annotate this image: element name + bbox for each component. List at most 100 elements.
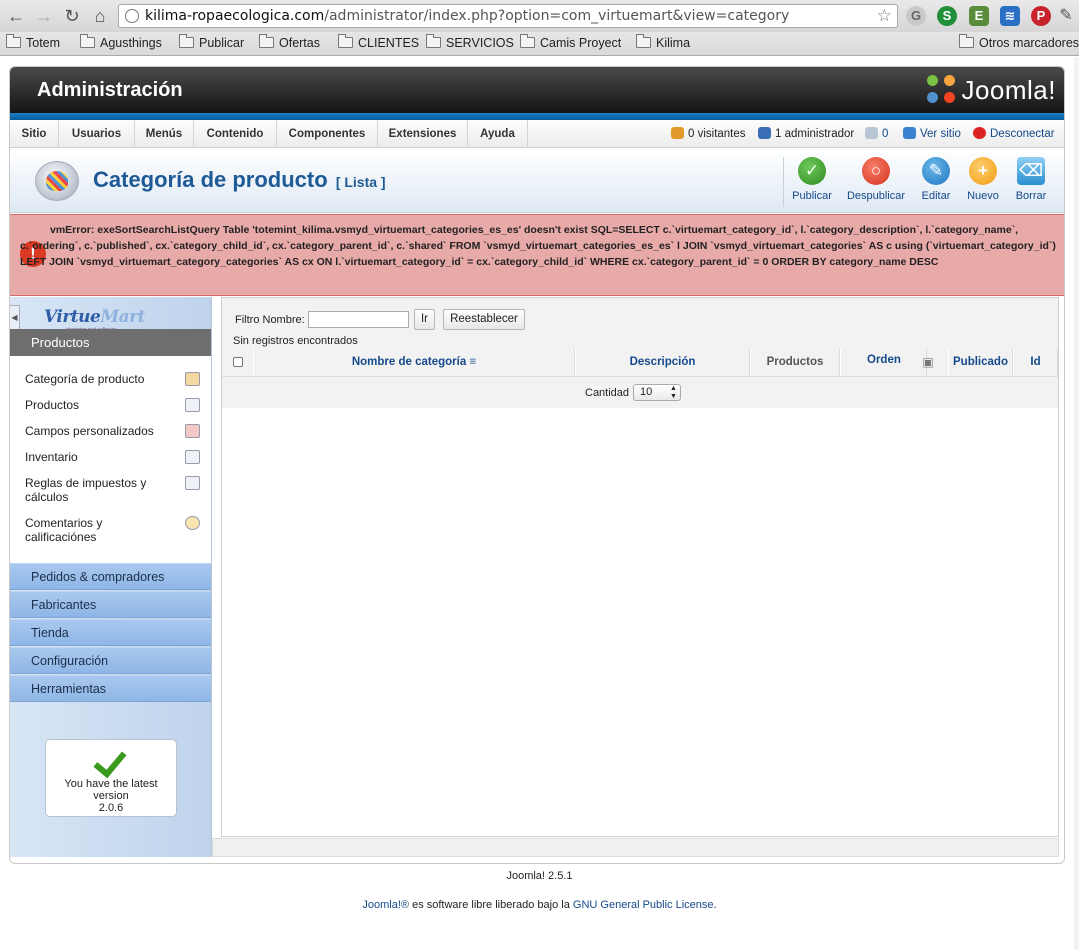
sidebar-item-inventory[interactable]: Inventario — [25, 450, 200, 464]
bookmark-totem[interactable]: Totem — [6, 34, 60, 51]
bookmark-publicar[interactable]: Publicar — [179, 34, 244, 51]
url-host: kilima-ropaecologica.com — [145, 8, 325, 24]
publish-label: Publicar — [792, 190, 832, 202]
column-id[interactable]: Id — [1013, 348, 1058, 376]
sidebar-section-store[interactable]: Tienda — [10, 619, 211, 646]
bookmark-agusthings[interactable]: Agusthings — [80, 34, 162, 51]
logout-link[interactable]: Desconectar — [973, 120, 1055, 148]
evernote-extension-icon[interactable]: E — [969, 6, 989, 26]
column-description[interactable]: Descripción — [575, 348, 750, 376]
bookmark-clientes[interactable]: CLIENTES — [338, 34, 419, 51]
bookmark-star-icon[interactable]: ☆ — [877, 5, 892, 27]
bookmark-camis-proyect[interactable]: Camis Proyect — [520, 34, 622, 51]
bookmark-ofertas[interactable]: Ofertas — [259, 34, 320, 51]
bookmark-label: Kilima — [656, 36, 691, 50]
sidebar-item-reviews[interactable]: Comentarios y calificaciónes — [25, 516, 200, 544]
admin-header: Administración Joomla! — [10, 67, 1064, 113]
joomla-link[interactable]: Joomla!® — [362, 899, 409, 911]
back-icon[interactable]: ← — [5, 5, 27, 27]
checkmark-icon — [95, 746, 127, 774]
sidebar-section-configuration[interactable]: Configuración — [10, 647, 211, 674]
sidebar-section-tools[interactable]: Herramientas — [10, 675, 211, 702]
messages-status[interactable]: 0 — [865, 120, 888, 148]
camera-icon — [185, 398, 200, 412]
power-icon — [973, 127, 986, 139]
s-extension-icon[interactable]: S — [937, 6, 957, 26]
publish-button[interactable]: ✓ Publicar — [790, 157, 834, 207]
gpl-link[interactable]: GNU General Public License — [573, 899, 714, 911]
sidebar-section-productos[interactable]: Productos — [10, 329, 211, 356]
column-order[interactable]: Orden — [840, 348, 927, 376]
monitor-icon — [903, 127, 916, 139]
view-site-label: Ver sitio — [920, 128, 961, 140]
filter-area: Filtro Nombre: Ir Reestablecer Sin regis… — [222, 298, 1058, 348]
filter-label: Filtro Nombre: — [235, 314, 305, 326]
content-bottom-strip — [212, 838, 1059, 857]
license-text: es software libre liberado bajo la — [409, 899, 573, 911]
menu-menus[interactable]: Menús — [135, 120, 194, 148]
version-message: You have the latest version — [64, 778, 158, 802]
sidebar-item-label: Campos personalizados — [25, 424, 154, 438]
save-order-icon[interactable]: ▣ — [918, 348, 938, 376]
sidebar-section-manufacturers[interactable]: Fabricantes — [10, 591, 211, 618]
users-icon — [671, 127, 684, 139]
filter-go-button[interactable]: Ir — [414, 309, 435, 330]
home-icon[interactable]: ⌂ — [89, 5, 111, 27]
google-extension-icon[interactable]: G — [906, 6, 926, 26]
sidebar-item-tax-rules[interactable]: Reglas de impuestos y cálculos — [25, 476, 200, 504]
admins-count: 1 administrador — [775, 128, 855, 140]
bookmark-label: Agusthings — [100, 36, 162, 50]
menu-sitio[interactable]: Sitio — [10, 120, 59, 148]
menu-contenido[interactable]: Contenido — [194, 120, 277, 148]
sidebar-item-products[interactable]: Productos — [25, 398, 200, 412]
menu-usuarios[interactable]: Usuarios — [59, 120, 135, 148]
collapse-sidebar-icon[interactable]: ◀ — [10, 305, 20, 331]
page-subtitle: [ Lista ] — [335, 174, 386, 190]
sidebar-item-custom-fields[interactable]: Campos personalizados — [25, 424, 200, 438]
forward-icon[interactable]: → — [33, 5, 55, 27]
new-button[interactable]: + Nuevo — [964, 157, 1002, 207]
sidebar-item-label: Productos — [25, 398, 80, 412]
column-published[interactable]: Publicado — [948, 348, 1013, 376]
edit-button[interactable]: ✎ Editar — [916, 157, 956, 207]
trash-icon: ⌫ — [1017, 157, 1045, 185]
address-bar[interactable]: kilima-ropaecologica.com/administrator/i… — [118, 4, 898, 28]
bookmarks-bar: Totem Agusthings Publicar Ofertas CLIENT… — [0, 32, 1079, 56]
view-site-link[interactable]: Ver sitio — [903, 120, 961, 148]
sidebar-section-orders[interactable]: Pedidos & compradores — [10, 563, 211, 590]
reload-icon[interactable]: ↻ — [61, 5, 83, 27]
pinterest-extension-icon[interactable]: P — [1031, 6, 1051, 26]
footer-version: Joomla! 2.5.1 — [506, 870, 573, 882]
virtuemart-logo-main: Virtue — [44, 307, 101, 327]
visitors-count: 0 visitantes — [688, 128, 746, 140]
bookmark-label: Camis Proyect — [540, 36, 622, 50]
delete-button[interactable]: ⌫ Borrar — [1012, 157, 1050, 207]
bookmark-kilima[interactable]: Kilima — [636, 34, 691, 51]
filter-name-input[interactable] — [308, 311, 409, 328]
page-size-value: 10 — [640, 386, 653, 398]
wrench-menu-icon[interactable]: ✎ — [1055, 5, 1077, 27]
custom-fields-icon — [185, 424, 200, 438]
page-size-select[interactable]: 10 ▲ ▼ — [633, 384, 681, 401]
menu-extensiones[interactable]: Extensiones — [378, 120, 468, 148]
unpublish-button[interactable]: ○ Despublicar — [844, 157, 908, 207]
sidebar-item-product-category[interactable]: Categoría de producto — [25, 372, 200, 386]
menu-componentes[interactable]: Componentes — [277, 120, 378, 148]
category-folder-icon — [185, 372, 200, 386]
select-arrows-icon: ▲ ▼ — [670, 385, 677, 400]
menu-ayuda[interactable]: Ayuda — [468, 120, 528, 148]
edit-pencil-icon: ✎ — [922, 157, 950, 185]
sidebar-item-label: Reglas de impuestos y cálculos — [25, 476, 147, 504]
visitors-status: 0 visitantes — [671, 120, 746, 148]
column-name[interactable]: Nombre de categoría ≡ — [253, 348, 575, 376]
folder-icon — [80, 34, 95, 48]
filter-reset-button[interactable]: Reestablecer — [443, 309, 525, 330]
bookmark-other[interactable]: Otros marcadores — [959, 34, 1079, 51]
bookmark-servicios[interactable]: SERVICIOS — [426, 34, 514, 51]
select-all-checkbox[interactable] — [233, 357, 243, 367]
buffer-extension-icon[interactable]: ≋ — [1000, 6, 1020, 26]
toolbar-separator — [783, 157, 784, 207]
page-info-icon[interactable] — [125, 9, 139, 23]
logout-label: Desconectar — [990, 128, 1055, 140]
bookmark-label: SERVICIOS — [446, 36, 514, 50]
